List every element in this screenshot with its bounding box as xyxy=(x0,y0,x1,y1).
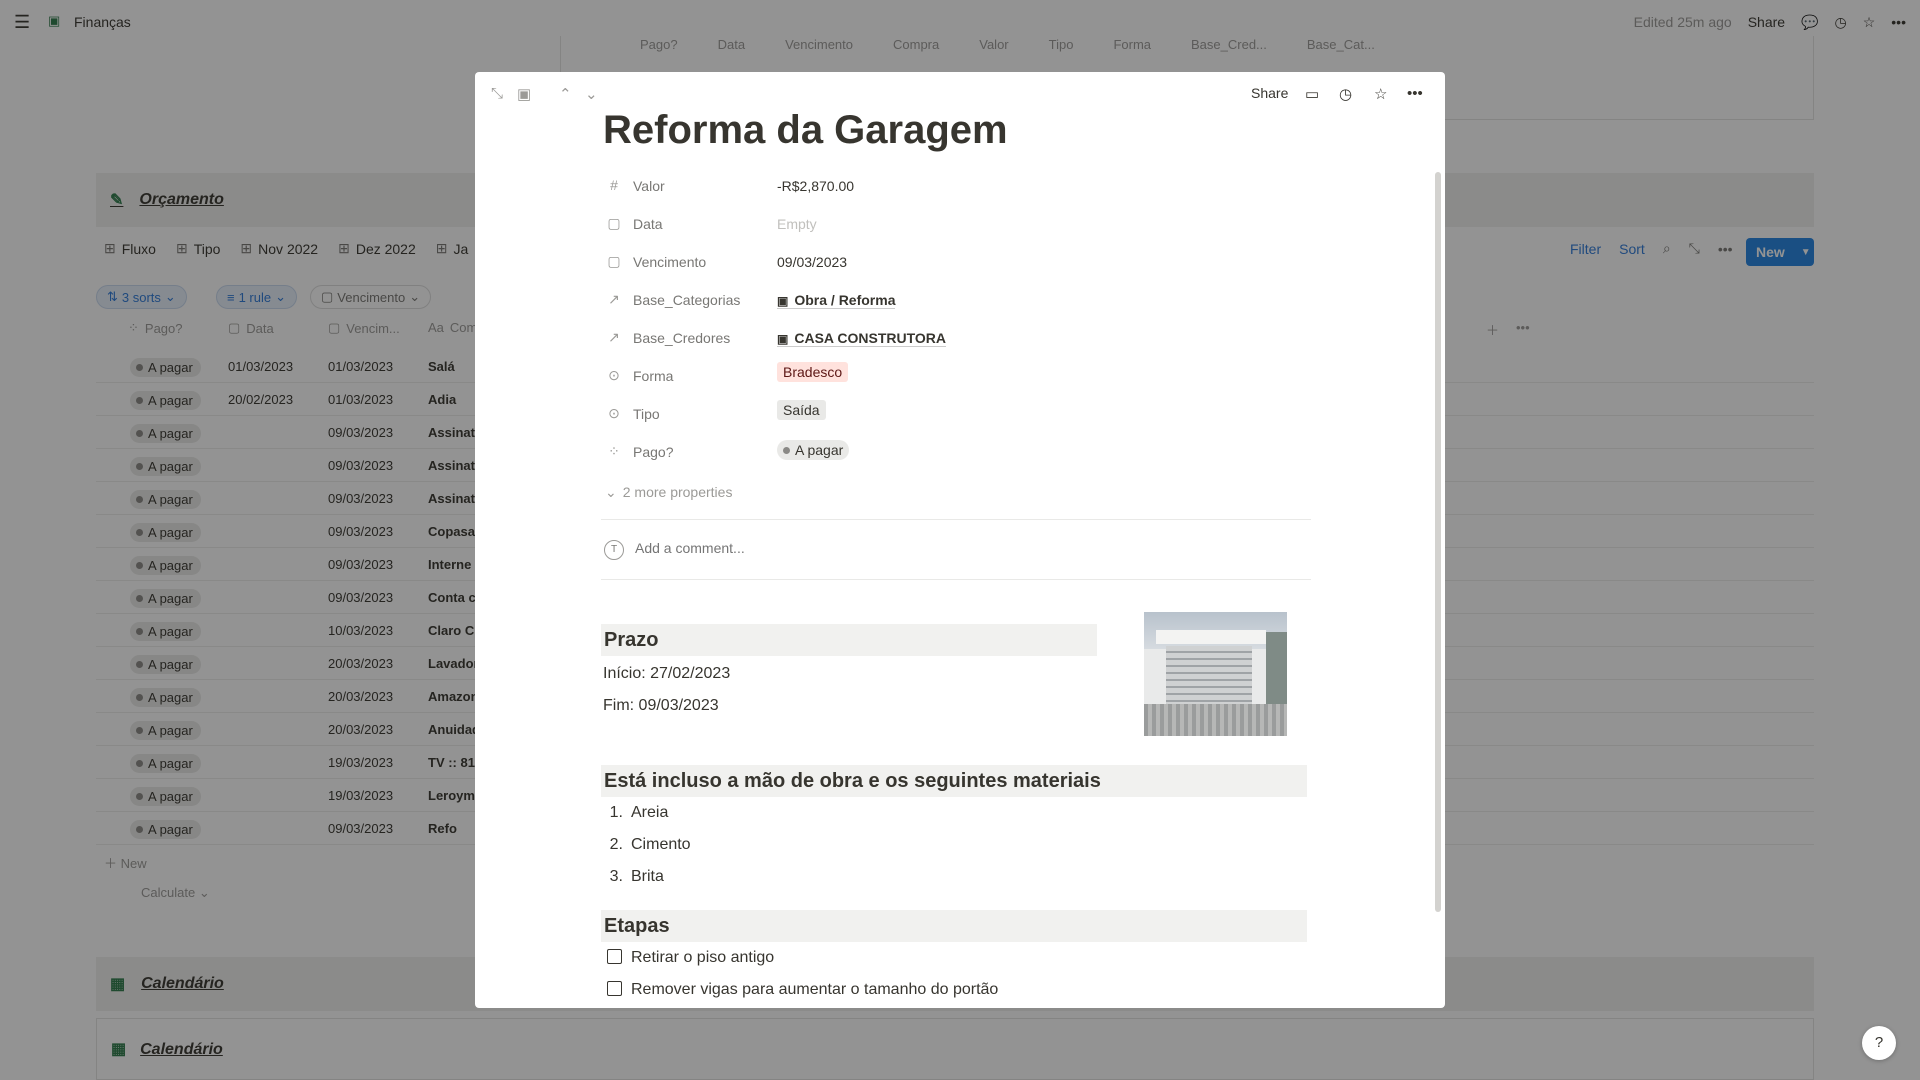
property-row-vencimento[interactable]: ▢ Vencimento 09/03/2023 xyxy=(605,248,1325,278)
inicio-text[interactable]: Início: 27/02/2023 xyxy=(603,665,730,683)
open-full-page-icon[interactable]: ⤡ xyxy=(491,85,503,102)
property-row-forma[interactable]: ⊙ Forma Bradesco xyxy=(605,362,1325,392)
fim-text[interactable]: Fim: 09/03/2023 xyxy=(603,697,719,715)
property-value[interactable]: Empty xyxy=(777,216,817,232)
checkbox[interactable] xyxy=(607,981,622,996)
chevron-down-icon[interactable]: ⌄ xyxy=(585,85,598,103)
user-avatar: T xyxy=(604,540,624,560)
list-item-text: Cimento xyxy=(631,836,691,853)
chevron-down-icon: ⌄ xyxy=(605,484,617,500)
property-icon: ▢ xyxy=(607,253,621,269)
materials-heading[interactable]: Está incluso a mão de obra e os seguinte… xyxy=(601,765,1307,797)
etapas-heading[interactable]: Etapas xyxy=(601,910,1307,942)
help-button[interactable]: ? xyxy=(1862,1026,1896,1060)
chevron-up-icon[interactable]: ⌃ xyxy=(559,85,572,103)
property-value[interactable]: -R$2,870.00 xyxy=(777,178,854,194)
property-icon: ▢ xyxy=(607,215,621,231)
property-label: Tipo xyxy=(633,406,660,422)
property-icon: ⊙ xyxy=(608,405,620,421)
property-icon: ↗ xyxy=(608,329,620,345)
property-label: Base_Credores xyxy=(633,330,731,346)
todo-text: Retirar o piso antigo xyxy=(631,949,775,966)
property-row-data[interactable]: ▢ Data Empty xyxy=(605,210,1325,240)
garage-image[interactable] xyxy=(1144,612,1287,736)
property-icon: # xyxy=(610,177,618,193)
numbered-list-item[interactable]: 1. Areia xyxy=(603,804,669,822)
money-icon: ▣ xyxy=(777,294,789,308)
more-properties-toggle[interactable]: ⌄ 2 more properties xyxy=(605,484,732,501)
status-dot-icon xyxy=(783,446,790,454)
modal-scrollbar[interactable] xyxy=(1435,172,1441,912)
list-number: 2. xyxy=(609,836,623,853)
status-badge[interactable]: A pagar xyxy=(777,440,850,460)
relation-label: Obra / Reforma xyxy=(794,292,896,308)
history-icon[interactable]: ◷ xyxy=(1339,85,1352,103)
property-icon: ⊙ xyxy=(608,367,620,383)
page-title[interactable]: Reforma da Garagem xyxy=(603,108,1008,153)
property-row-basecredores[interactable]: ↗ Base_Credores ▣ CASA CONSTRUTORA xyxy=(605,324,1325,354)
property-icon: ⁘ xyxy=(608,443,620,459)
more-properties-label: 2 more properties xyxy=(622,484,733,500)
comment-input[interactable] xyxy=(635,540,1135,556)
todo-item[interactable]: Retirar o piso antigo xyxy=(607,949,774,967)
prazo-heading[interactable]: Prazo xyxy=(601,624,1097,656)
property-label: Base_Categorias xyxy=(633,292,741,308)
todo-text: Remover vigas para aumentar o tamanho do… xyxy=(631,981,999,998)
side-peek-icon[interactable]: ▣ xyxy=(517,85,531,103)
comment-icon[interactable]: ▭ xyxy=(1305,85,1319,103)
property-row-valor[interactable]: # Valor -R$2,870.00 xyxy=(605,172,1325,202)
page-peek-modal: ⤡ ▣ ⌃ ⌄ Share ▭ ◷ ☆ ••• Reforma da Garag… xyxy=(475,72,1445,1008)
list-number: 1. xyxy=(609,804,623,821)
property-row-tipo[interactable]: ⊙ Tipo Saída xyxy=(605,400,1325,430)
relation-label: CASA CONSTRUTORA xyxy=(794,330,947,346)
relation-value[interactable]: ▣ CASA CONSTRUTORA xyxy=(777,330,947,347)
todo-item[interactable]: Remover vigas para aumentar o tamanho do… xyxy=(607,981,998,999)
relation-value[interactable]: ▣ Obra / Reforma xyxy=(777,292,896,309)
property-label: Forma xyxy=(633,368,674,384)
property-icon: ↗ xyxy=(608,291,620,307)
select-tag[interactable]: Saída xyxy=(777,400,826,420)
property-label: Pago? xyxy=(633,444,674,460)
status-label: A pagar xyxy=(795,442,844,458)
select-tag[interactable]: Bradesco xyxy=(777,362,849,382)
divider xyxy=(601,579,1311,580)
money-icon: ▣ xyxy=(777,332,789,346)
property-value[interactable]: 09/03/2023 xyxy=(777,254,847,270)
property-label: Vencimento xyxy=(633,254,707,270)
star-icon[interactable]: ☆ xyxy=(1374,85,1387,103)
list-number: 3. xyxy=(609,868,623,885)
share-button[interactable]: Share xyxy=(1251,85,1288,101)
numbered-list-item[interactable]: 3. Brita xyxy=(603,868,664,886)
divider xyxy=(601,519,1311,520)
more-icon[interactable]: ••• xyxy=(1407,85,1423,102)
property-row-pago[interactable]: ⁘ Pago? A pagar xyxy=(605,438,1325,468)
list-item-text: Areia xyxy=(631,804,669,821)
property-row-basecategorias[interactable]: ↗ Base_Categorias ▣ Obra / Reforma xyxy=(605,286,1325,316)
property-label: Data xyxy=(633,216,663,232)
numbered-list-item[interactable]: 2. Cimento xyxy=(603,836,691,854)
list-item-text: Brita xyxy=(631,868,664,885)
checkbox[interactable] xyxy=(607,949,622,964)
property-label: Valor xyxy=(633,178,665,194)
